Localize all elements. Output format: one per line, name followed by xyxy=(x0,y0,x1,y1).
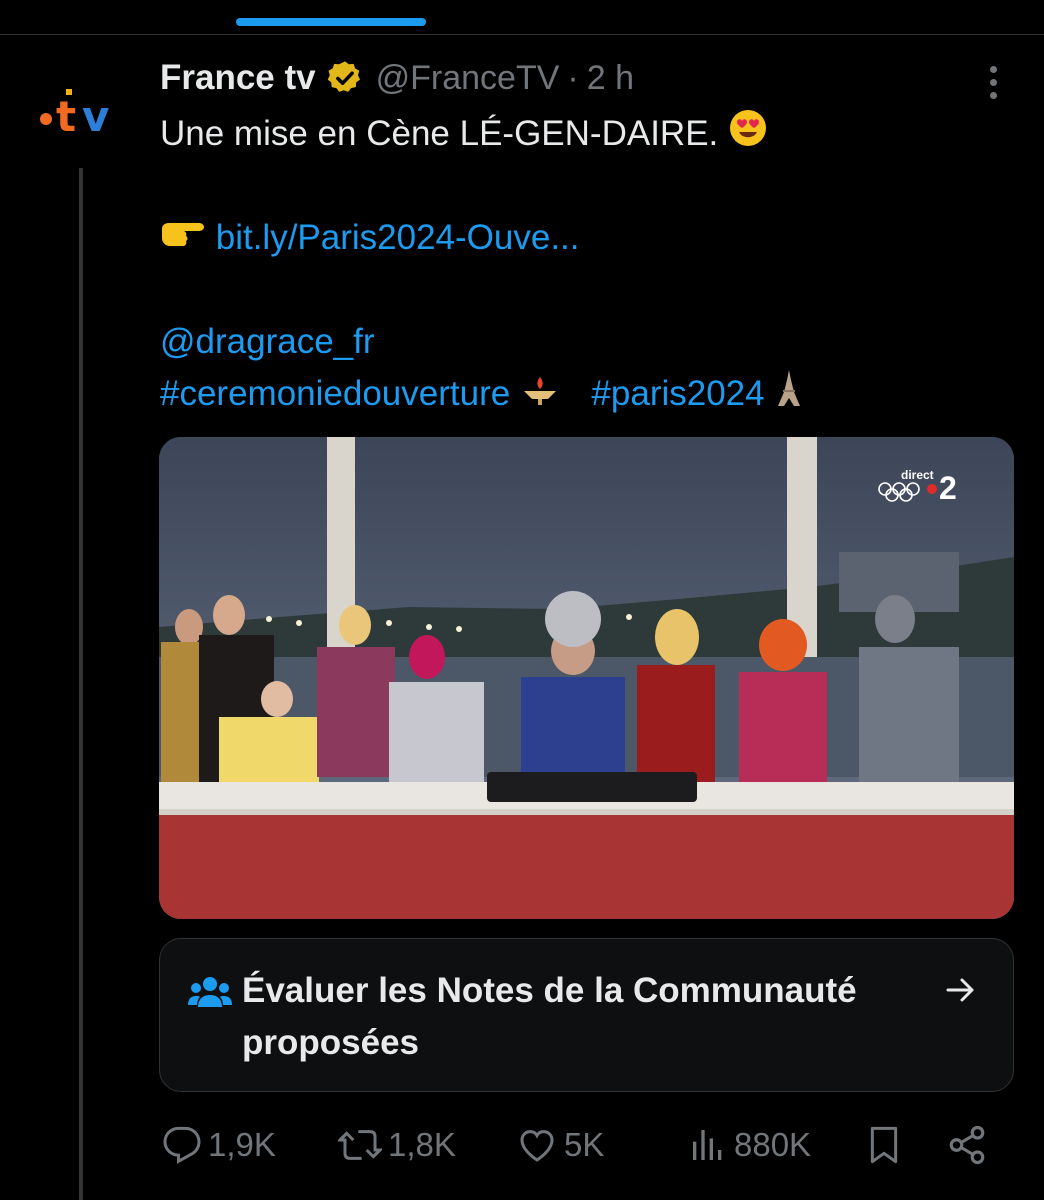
header-separator: · xyxy=(567,58,579,97)
svg-text:t: t xyxy=(56,92,76,141)
bookmark-button[interactable] xyxy=(864,1118,904,1172)
channel-number: 2 xyxy=(939,470,957,506)
mention-link[interactable]: @dragrace_fr xyxy=(160,322,375,361)
tweet-header: France tv @FranceTV · 2 h xyxy=(160,56,634,100)
reply-icon xyxy=(163,1126,201,1164)
repost-icon xyxy=(338,1130,382,1160)
torch-emoji-icon xyxy=(520,370,560,422)
people-icon xyxy=(188,975,232,1009)
author-handle[interactable]: @FranceTV xyxy=(376,59,560,98)
tweet-text-line: Une mise en Cène LÉ-GEN-DAIRE. xyxy=(160,114,719,153)
eiffel-tower-emoji-icon xyxy=(774,368,804,423)
tweet-media-image[interactable]: direct 2 xyxy=(159,437,1014,919)
tweet-text: Une mise en Cène LÉ-GEN-DAIRE. bit.ly/Pa… xyxy=(160,108,1020,420)
svg-text:v: v xyxy=(82,92,109,141)
share-icon xyxy=(949,1125,985,1165)
share-button[interactable] xyxy=(946,1118,988,1172)
pointing-right-emoji-icon xyxy=(160,214,206,266)
live-label: direct xyxy=(901,468,934,482)
views-button[interactable]: 880K xyxy=(688,1118,811,1172)
bookmark-icon xyxy=(870,1126,898,1164)
like-count: 5K xyxy=(564,1126,605,1163)
tweet-screen: t v France tv @FranceTV · 2 h Une mise e… xyxy=(0,0,1044,1200)
like-button[interactable]: 5K xyxy=(516,1118,604,1172)
more-icon[interactable] xyxy=(978,62,1008,102)
tweet-link[interactable]: bit.ly/Paris2024-Ouve... xyxy=(216,218,580,257)
france-tv-logo-icon: t v xyxy=(40,89,109,141)
reply-count: 1,9K xyxy=(208,1126,276,1163)
heart-icon xyxy=(520,1130,554,1162)
views-count: 880K xyxy=(734,1126,812,1163)
verified-badge-icon[interactable] xyxy=(326,59,364,97)
tweet-timestamp[interactable]: 2 h xyxy=(587,59,634,98)
tweet-actions: 1,9K 1,8K 5K 880K xyxy=(160,1118,1020,1172)
community-notes-button[interactable]: Évaluer les Notes de la Communauté propo… xyxy=(159,938,1014,1092)
views-icon xyxy=(693,1130,722,1160)
repost-count: 1,8K xyxy=(388,1126,456,1163)
reply-button[interactable]: 1,9K xyxy=(162,1118,276,1172)
hashtag-link[interactable]: #paris2024 xyxy=(591,374,764,413)
community-notes-label: Évaluer les Notes de la Communauté propo… xyxy=(242,971,857,1062)
repost-button[interactable]: 1,8K xyxy=(338,1118,456,1172)
thread-line xyxy=(79,168,83,1200)
top-divider xyxy=(0,34,1044,35)
tab-indicator xyxy=(236,18,426,26)
hashtag-link[interactable]: #ceremoniedouverture xyxy=(160,374,510,413)
arrow-right-icon xyxy=(944,973,978,1007)
heart-eyes-emoji-icon xyxy=(728,108,768,163)
avatar[interactable]: t v xyxy=(36,80,132,150)
author-name[interactable]: France tv xyxy=(160,58,316,98)
